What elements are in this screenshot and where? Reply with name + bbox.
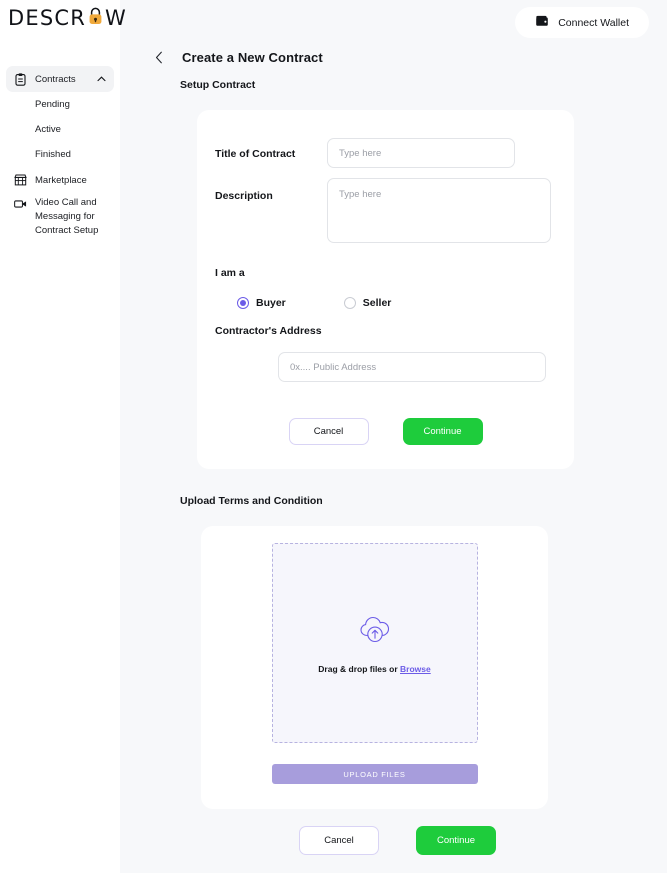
sidebar-item-active[interactable]: Active [6,117,114,142]
upload-continue-button[interactable]: Continue [416,826,496,855]
contractor-address-input[interactable] [278,352,546,382]
page-header: Create a New Contract [120,0,667,65]
dropzone-text: Drag & drop files or Browse [318,664,430,674]
radio-buyer-indicator[interactable] [237,297,249,309]
contractor-address-label: Contractor's Address [215,325,322,337]
description-input[interactable] [327,178,551,243]
sidebar-item-label: Contracts [35,73,76,85]
dropzone-prompt: Drag & drop files or [318,663,400,674]
main-content: Create a New Contract Setup Contract Tit… [120,0,667,873]
description-field-row: Description [215,178,556,243]
file-dropzone[interactable]: Drag & drop files or Browse [271,543,478,743]
store-icon [14,174,27,187]
setup-cancel-button[interactable]: Cancel [288,418,369,445]
setup-continue-button[interactable]: Continue [402,418,483,445]
logo-text-right: W [105,5,127,30]
section-subtitle: Setup Contract [180,79,256,91]
logo-text-left: DESCR [8,5,87,30]
chevron-left-icon[interactable] [152,51,166,65]
title-input[interactable] [327,138,515,168]
upload-section-title: Upload Terms and Condition [180,495,323,507]
sidebar-item-label: Marketplace [35,174,87,186]
title-label: Title of Contract [215,148,296,160]
sidebar-item-contracts[interactable]: Contracts [6,66,114,92]
sidebar-item-video-call[interactable]: Video Call and Messaging for Contract Se… [6,193,114,240]
padlock-icon [87,6,104,30]
cloud-upload-icon [356,613,394,650]
upload-card: Drag & drop files or Browse UPLOAD FILES [201,526,548,809]
logo-wordmark: DESCR W [8,6,127,30]
sidebar-item-finished[interactable]: Finished [6,142,114,167]
clipboard-icon [14,72,27,86]
radio-option-buyer[interactable]: Buyer [237,297,286,309]
setup-actions: Cancel Continue [215,418,556,445]
title-field-row: Title of Contract [215,138,556,168]
radio-seller-label: Seller [362,297,392,309]
video-camera-icon [14,197,27,210]
browse-link[interactable]: Browse [400,664,431,674]
sidebar-item-pending[interactable]: Pending [6,92,114,117]
sidebar-item-label: Video Call and Messaging for Contract Se… [35,197,99,236]
setup-contract-card: Title of Contract Description I am a Buy… [197,110,574,469]
page-title: Create a New Contract [182,50,323,65]
sidebar-nav: Contracts Pending Active Finished Market… [0,66,120,240]
role-label: I am a [215,267,245,279]
bottom-actions: Cancel Continue [120,826,667,855]
upload-cancel-button[interactable]: Cancel [299,826,379,855]
radio-option-seller[interactable]: Seller [343,297,392,309]
sidebar-item-marketplace[interactable]: Marketplace [6,167,114,193]
role-radio-group: Buyer Seller [215,297,556,309]
description-label: Description [215,190,273,202]
radio-buyer-label: Buyer [256,297,286,309]
sidebar: DESCR W Contracts Pending Active Finishe… [0,0,126,873]
app-logo[interactable]: DESCR W [0,0,126,36]
chevron-up-icon[interactable] [97,76,106,82]
upload-files-button[interactable]: UPLOAD FILES [271,764,478,784]
radio-seller-indicator[interactable] [343,297,356,309]
